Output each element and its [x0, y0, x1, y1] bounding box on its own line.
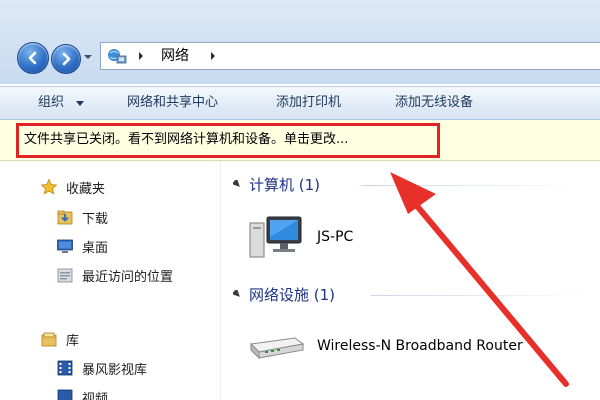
star-icon	[40, 178, 58, 195]
nav-item-desktop[interactable]: 桌面	[56, 236, 108, 256]
back-arrow-icon	[28, 51, 37, 65]
group-header-label: 计算机 (1)	[249, 175, 321, 194]
group-divider	[361, 185, 581, 186]
forward-button[interactable]	[51, 44, 81, 74]
file-sharing-info-bar[interactable]: 文件共享已关闭。看不到网络计算机和设备。单击更改...	[0, 120, 600, 161]
nav-item-downloads[interactable]: 下载	[56, 207, 108, 227]
recent-places-icon	[57, 268, 73, 283]
download-folder-icon	[57, 210, 73, 225]
content-pane: 计算机 (1) JS-PC 网络设施 (1) Wireless-N Broadb…	[221, 161, 600, 400]
add-wireless-device-button[interactable]: 添加无线设备	[395, 95, 473, 111]
breadcrumb-separator-icon[interactable]	[209, 51, 217, 61]
group-header-network-devices[interactable]: 网络设施 (1)	[233, 283, 335, 305]
network-location-icon	[108, 49, 127, 64]
computer-name: JS-PC	[317, 229, 354, 245]
group-header-label: 网络设施 (1)	[249, 285, 336, 304]
nav-item-label: 桌面	[82, 240, 109, 256]
address-field[interactable]: 网络	[100, 42, 600, 70]
nav-item-videos[interactable]: 视频	[56, 387, 108, 400]
nav-item-label: 收藏夹	[66, 181, 106, 197]
nav-item-label: 视频	[82, 391, 109, 400]
collapse-triangle-icon[interactable]	[233, 180, 241, 188]
navigation-pane: 收藏夹 下载 桌面 最近访问的位置 库 暴风影视库 视频	[0, 161, 221, 400]
router-name: Wireless-N Broadband Router	[317, 338, 523, 354]
address-bar-region: 网络	[0, 0, 600, 84]
nav-item-video-library[interactable]: 暴风影视库	[56, 358, 147, 378]
nav-item-recent-places[interactable]: 最近访问的位置	[56, 265, 173, 285]
nav-item-label: 暴风影视库	[82, 362, 148, 378]
chevron-down-icon[interactable]	[76, 101, 84, 107]
computer-icon	[249, 216, 302, 258]
history-dropdown-icon[interactable]	[83, 52, 93, 62]
video-library-icon	[57, 360, 73, 376]
network-sharing-center-button[interactable]: 网络和共享中心	[127, 95, 218, 111]
computer-item-jspc[interactable]: JS-PC	[247, 213, 353, 261]
group-divider	[371, 295, 591, 296]
network-device-router[interactable]: Wireless-N Broadband Router	[247, 326, 523, 366]
nav-item-label: 下载	[82, 211, 109, 227]
nav-item-favorites[interactable]: 收藏夹	[40, 177, 105, 197]
video-library-icon	[57, 389, 73, 400]
breadcrumb-network[interactable]: 网络	[161, 47, 189, 65]
info-bar-message[interactable]: 文件共享已关闭。看不到网络计算机和设备。单击更改...	[24, 132, 348, 148]
explorer-window: 网络 组织 网络和共享中心 添加打印机 添加无线设备 文件共享已关闭。看不到网络…	[0, 0, 600, 400]
desktop-icon	[57, 239, 73, 253]
breadcrumb-separator-icon[interactable]	[137, 51, 145, 61]
organize-button[interactable]: 组织	[38, 95, 64, 111]
nav-item-label: 最近访问的位置	[82, 269, 174, 285]
nav-item-label: 库	[66, 333, 80, 349]
add-printer-button[interactable]: 添加打印机	[276, 95, 341, 111]
libraries-icon	[41, 332, 57, 347]
nav-item-libraries[interactable]: 库	[40, 329, 79, 349]
back-button[interactable]	[17, 42, 49, 74]
forward-arrow-icon	[62, 52, 71, 66]
group-header-computers[interactable]: 计算机 (1)	[233, 173, 320, 195]
command-bar: 组织 网络和共享中心 添加打印机 添加无线设备	[0, 86, 600, 120]
router-icon	[249, 337, 305, 360]
collapse-triangle-icon[interactable]	[233, 290, 241, 298]
